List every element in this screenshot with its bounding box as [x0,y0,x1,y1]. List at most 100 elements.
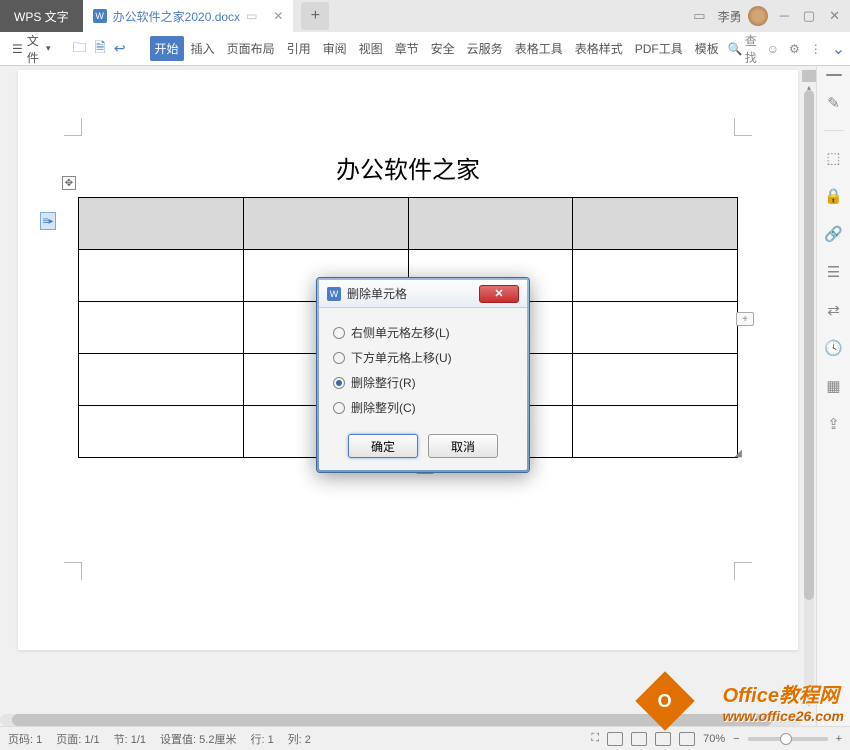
status-row[interactable]: 行: 1 [250,731,273,747]
radio-shift-up[interactable]: 下方单元格上移(U) [333,345,513,370]
close-tab-icon[interactable]: ✕ [273,9,283,23]
add-column-button[interactable]: + [736,312,754,326]
status-setting[interactable]: 设置值: 5.2厘米 [160,731,236,747]
document-tab[interactable]: W 办公软件之家2020.docx ▭ ✕ [83,0,294,32]
user-info[interactable]: 李勇 [718,6,768,26]
edit-icon[interactable]: ✎ [823,92,845,114]
tab-insert[interactable]: 插入 [186,36,220,61]
margin-corner [64,118,82,136]
zoom-slider[interactable] [748,737,828,741]
select-icon[interactable]: ⬚ [823,147,845,169]
tab-overflow-icon[interactable]: ▭ [246,9,257,23]
side-panel: ✎ ⬚ 🔒 🔗 ☰ ⇄ 🕓 ▦ ⇪ [816,66,850,726]
radio-label: 删除整行(R) [351,374,416,391]
radio-delete-column[interactable]: 删除整列(C) [333,395,513,420]
table-row[interactable] [79,198,738,250]
radio-delete-row[interactable]: 删除整行(R) [333,370,513,395]
view-mode-4-icon[interactable] [679,732,695,746]
radio-icon [333,327,345,339]
dialog-header[interactable]: W 删除单元格 ✕ [319,280,527,308]
scroll-thumb[interactable] [804,90,814,600]
lock-icon[interactable]: 🔒 [823,185,845,207]
hamburger-icon: ☰ [12,42,23,56]
outline-icon[interactable]: ☰ [823,261,845,283]
panel-toggle[interactable] [826,74,842,76]
save-icon[interactable]: 🗎 [93,37,108,61]
tab-review[interactable]: 审阅 [318,36,352,61]
chat-icon[interactable]: ☺ [767,42,779,56]
share-icon[interactable]: ⇪ [823,413,845,435]
separator [824,130,844,131]
fullscreen-icon[interactable]: ⛶ [591,732,599,745]
zoom-thumb[interactable] [780,733,792,745]
close-window-button[interactable]: ✕ [829,8,840,24]
status-section[interactable]: 节: 1/1 [114,731,146,747]
radio-icon [333,352,345,364]
history-icon[interactable]: 🕓 [823,337,845,359]
tab-security[interactable]: 安全 [426,36,460,61]
new-tab-button[interactable]: + [301,2,329,30]
tab-page-layout[interactable]: 页面布局 [222,36,280,61]
collapse-ribbon-icon[interactable]: ⌄ [832,39,845,59]
zoom-out-button[interactable]: − [733,733,739,745]
minimize-button[interactable]: ─ [780,8,789,24]
status-page-of[interactable]: 页面: 1/1 [56,731,99,747]
tools-icon[interactable]: ▦ [823,375,845,397]
tab-cloud[interactable]: 云服务 [462,36,508,61]
ribbon-tabs: 开始 插入 页面布局 引用 审阅 视图 章节 安全 云服务 表格工具 表格样式 … [150,36,724,61]
table-resize-handle[interactable]: ◢ [734,448,742,459]
margin-corner [734,118,752,136]
tab-table-style[interactable]: 表格样式 [570,36,628,61]
file-menu-label: 文件 [27,32,42,66]
appbox-icon[interactable]: ▭ [693,8,705,24]
tab-home[interactable]: 开始 [150,36,184,61]
status-page-no[interactable]: 页码: 1 [8,731,42,747]
radio-label: 下方单元格上移(U) [351,349,452,366]
tab-templates[interactable]: 模板 [690,36,724,61]
scroll-down-icon[interactable]: ▾ [804,684,814,694]
tab-view[interactable]: 视图 [354,36,388,61]
radio-shift-left[interactable]: 右侧单元格左移(L) [333,320,513,345]
app-tab[interactable]: WPS 文字 [0,0,83,32]
next-page-icon[interactable]: ▾ [804,712,814,722]
scroll-track[interactable] [804,90,814,702]
settings-panel-icon[interactable]: ⇄ [823,299,845,321]
view-mode-2-icon[interactable] [631,732,647,746]
more-icon[interactable]: ⋮ [810,42,822,56]
cancel-button[interactable]: 取消 [428,434,498,458]
document-heading[interactable]: 办公软件之家 [18,70,798,185]
open-icon[interactable]: 🗀 [71,37,89,61]
tab-section[interactable]: 章节 [390,36,424,61]
prev-page-icon[interactable]: ≑ [804,698,814,708]
dialog-close-button[interactable]: ✕ [479,285,519,303]
tab-references[interactable]: 引用 [282,36,316,61]
document-tab-title: 办公软件之家2020.docx [113,8,240,25]
avatar [748,6,768,26]
file-menu[interactable]: ☰ 文件 ▾ [8,32,55,66]
dialog-footer: 确定 取消 [319,428,527,470]
zoom-value[interactable]: 70% [703,733,725,745]
dropdown-icon: ▾ [46,43,51,54]
maximize-button[interactable]: ▢ [803,8,815,24]
search-button[interactable]: 🔍 查找 [728,32,757,66]
ok-button[interactable]: 确定 [348,434,418,458]
word-doc-icon: W [93,9,107,23]
margin-corner [734,562,752,580]
zoom-in-button[interactable]: + [836,733,842,745]
print-icon[interactable]: ↩ [112,40,128,57]
row-marker[interactable]: ≡▸ [40,212,56,230]
user-name: 李勇 [718,8,742,25]
link-icon[interactable]: 🔗 [823,223,845,245]
view-mode-3-icon[interactable] [655,732,671,746]
statusbar: 页码: 1 页面: 1/1 节: 1/1 设置值: 5.2厘米 行: 1 列: … [0,726,850,750]
horizontal-scrollbar[interactable] [0,714,802,726]
settings-icon[interactable]: ⚙ [789,42,800,56]
tab-table-tools[interactable]: 表格工具 [510,36,568,61]
tab-pdf-tools[interactable]: PDF工具 [630,36,688,61]
search-icon: 🔍 [728,42,743,56]
vertical-scrollbar[interactable]: ▴ ▾ ≑ ▾ [802,66,816,726]
table-move-handle[interactable]: ✥ [62,176,76,190]
split-marker[interactable] [802,70,816,82]
view-mode-1-icon[interactable] [607,732,623,746]
status-col[interactable]: 列: 2 [288,731,311,747]
